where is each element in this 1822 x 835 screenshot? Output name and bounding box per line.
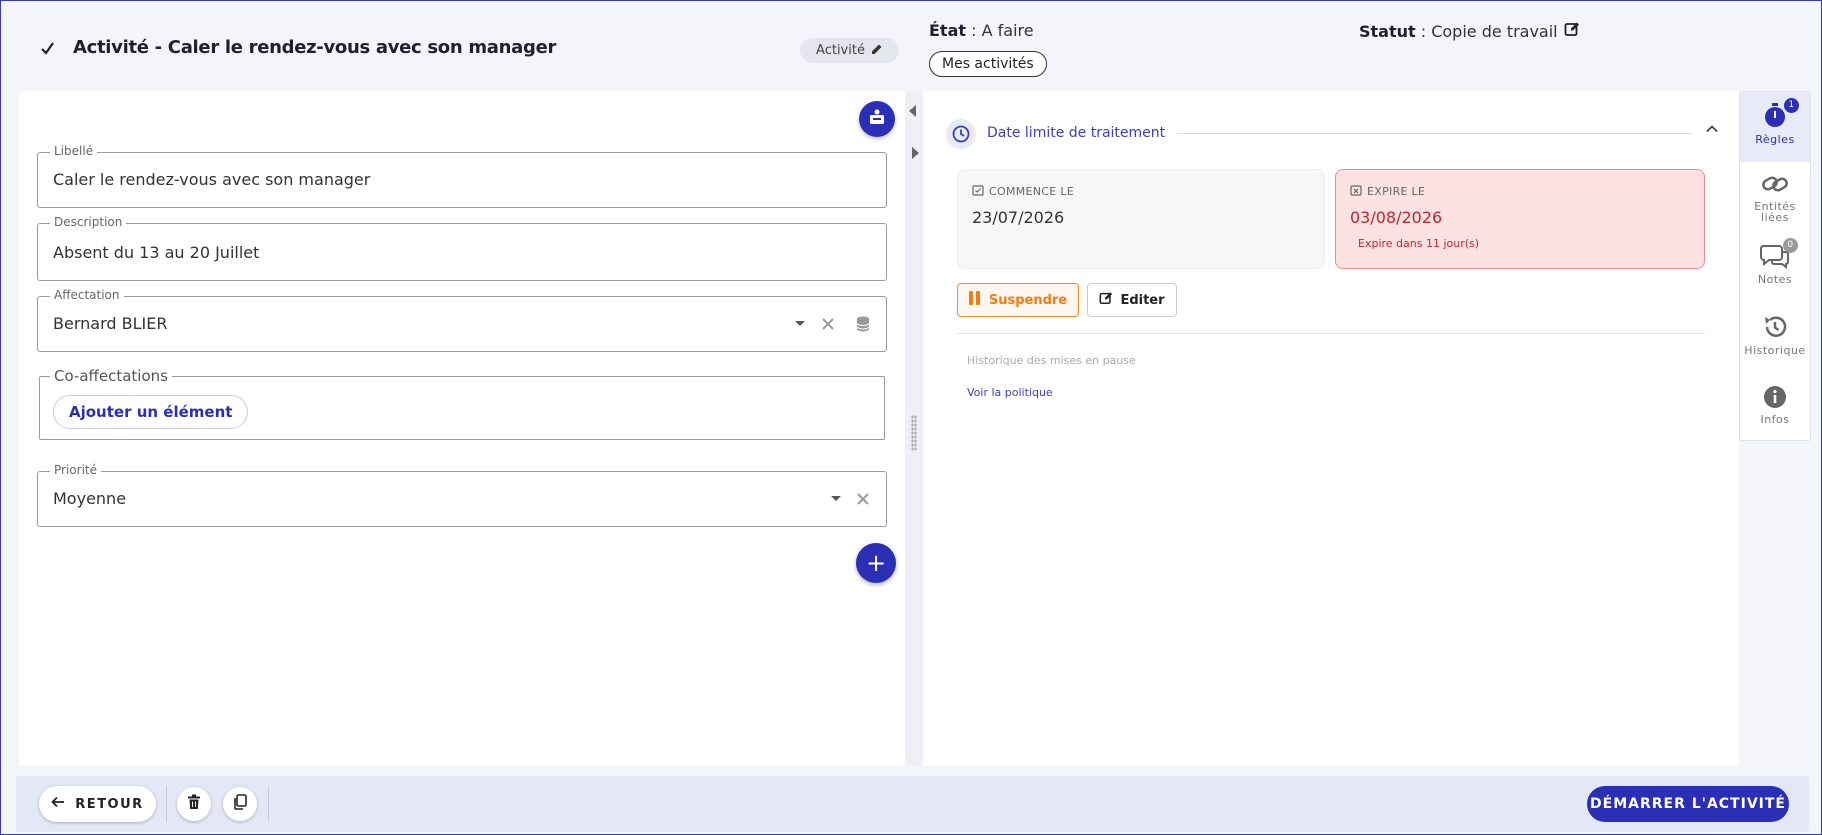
link-icon — [1761, 172, 1789, 198]
edit-button[interactable]: Editer — [1087, 283, 1177, 317]
duplicate-button[interactable] — [223, 787, 257, 821]
deadline-section-title[interactable]: Date limite de traitement — [987, 125, 1165, 141]
expand-right-icon[interactable] — [912, 147, 919, 159]
rail-item-rules[interactable]: 1 Règles — [1740, 92, 1810, 162]
arrow-left-icon — [51, 796, 65, 812]
drag-handle-icon[interactable] — [911, 415, 917, 451]
affectation-select[interactable]: Affectation Bernard BLIER — [37, 288, 887, 352]
add-field-button[interactable]: + — [856, 543, 896, 583]
start-date-label: COMMENCE LE — [989, 185, 1075, 198]
priority-select[interactable]: Priorité Moyenne — [37, 463, 887, 527]
section-divider — [1177, 133, 1692, 134]
rail-item-linked-entities[interactable]: Entités liées — [1740, 172, 1810, 232]
affectation-value: Bernard BLIER — [53, 314, 168, 333]
copy-icon — [233, 794, 247, 814]
notes-count-badge: 0 — [1783, 238, 1798, 253]
rail-label-rules: Règles — [1755, 133, 1795, 146]
start-activity-button[interactable]: DÉMARRER L'ACTIVITÉ — [1587, 786, 1789, 822]
co-affectations-label: Co-affectations — [50, 367, 172, 385]
footer-divider — [268, 786, 269, 822]
pause-history-text: Historique des mises en pause — [967, 354, 1136, 367]
edit-square-icon[interactable] — [1564, 21, 1580, 41]
view-policy-link[interactable]: Voir la politique — [967, 386, 1053, 399]
back-button[interactable]: RETOUR — [39, 786, 156, 822]
my-activities-chip[interactable]: Mes activités — [929, 51, 1047, 77]
expiry-date-label: EXPIRE LE — [1367, 185, 1426, 198]
trash-icon — [187, 794, 201, 814]
calendar-x-icon — [1350, 184, 1362, 199]
user-card-icon — [868, 108, 886, 130]
collapse-left-icon[interactable] — [909, 105, 916, 117]
libelle-value: Caler le rendez-vous avec son manager — [53, 170, 371, 189]
double-check-icon — [41, 40, 59, 56]
assign-user-button[interactable] — [859, 101, 895, 137]
clear-icon[interactable] — [821, 297, 835, 351]
dropdown-arrow-icon[interactable] — [830, 472, 842, 526]
expiry-date-value: 03/08/2026 — [1350, 208, 1443, 227]
delete-button[interactable] — [177, 787, 211, 821]
history-icon — [1762, 314, 1788, 342]
expiry-date-card: EXPIRE LE 03/08/2026 Expire dans 11 jour… — [1335, 169, 1705, 269]
rail-item-info[interactable]: Infos — [1740, 385, 1810, 435]
footer-divider — [166, 786, 167, 822]
rules-count-badge: 1 — [1784, 98, 1799, 113]
rail-item-notes[interactable]: 0 Notes — [1740, 238, 1810, 302]
description-label: Description — [50, 215, 127, 229]
clock-icon — [946, 119, 976, 149]
libelle-field[interactable]: Libellé Caler le rendez-vous avec son ma… — [37, 144, 887, 208]
database-icon[interactable] — [856, 297, 870, 351]
rail-label-info: Infos — [1760, 413, 1790, 426]
co-affectations-group: Co-affectations Ajouter un élément — [39, 367, 885, 440]
rail-label-notes: Notes — [1757, 273, 1793, 286]
description-field[interactable]: Description Absent du 13 au 20 Juillet — [37, 215, 887, 281]
pencil-icon — [871, 43, 883, 59]
entity-type-chip[interactable]: Activité — [800, 38, 899, 63]
description-value: Absent du 13 au 20 Juillet — [53, 243, 260, 262]
dropdown-arrow-icon[interactable] — [794, 297, 806, 351]
page-title: Activité - Caler le rendez-vous avec son… — [73, 37, 557, 58]
rail-item-history[interactable]: Historique — [1740, 314, 1810, 374]
footer-bar — [16, 776, 1809, 832]
priority-label: Priorité — [50, 463, 101, 477]
rail-label-linked-entities: Entités liées — [1754, 200, 1796, 224]
panel-splitter[interactable] — [905, 91, 923, 766]
suspend-button[interactable]: Suspendre — [957, 283, 1079, 317]
expires-in-text: Expire dans 11 jour(s) — [1358, 237, 1480, 250]
divider — [957, 333, 1705, 334]
priority-value: Moyenne — [53, 489, 127, 508]
page-header: Activité - Caler le rendez-vous avec son… — [41, 37, 556, 58]
edit-square-icon — [1099, 291, 1113, 309]
clear-icon[interactable] — [856, 472, 870, 526]
libelle-label: Libellé — [50, 144, 98, 158]
side-rail: 1 Règles Entités liées 0 Notes Historiqu… — [1739, 91, 1811, 441]
status-display: Statut : Copie de travail — [1359, 21, 1580, 41]
rail-label-history: Historique — [1744, 344, 1806, 357]
start-date-value: 23/07/2026 — [972, 208, 1065, 227]
calendar-check-icon — [972, 184, 984, 199]
state-display: État : A faire — [929, 21, 1034, 40]
affectation-label: Affectation — [50, 288, 124, 302]
start-date-card: COMMENCE LE 23/07/2026 — [957, 169, 1325, 269]
pause-icon — [968, 291, 981, 309]
chevron-up-icon[interactable] — [1704, 121, 1720, 137]
info-icon — [1763, 385, 1787, 411]
add-element-button[interactable]: Ajouter un élément — [53, 395, 249, 429]
